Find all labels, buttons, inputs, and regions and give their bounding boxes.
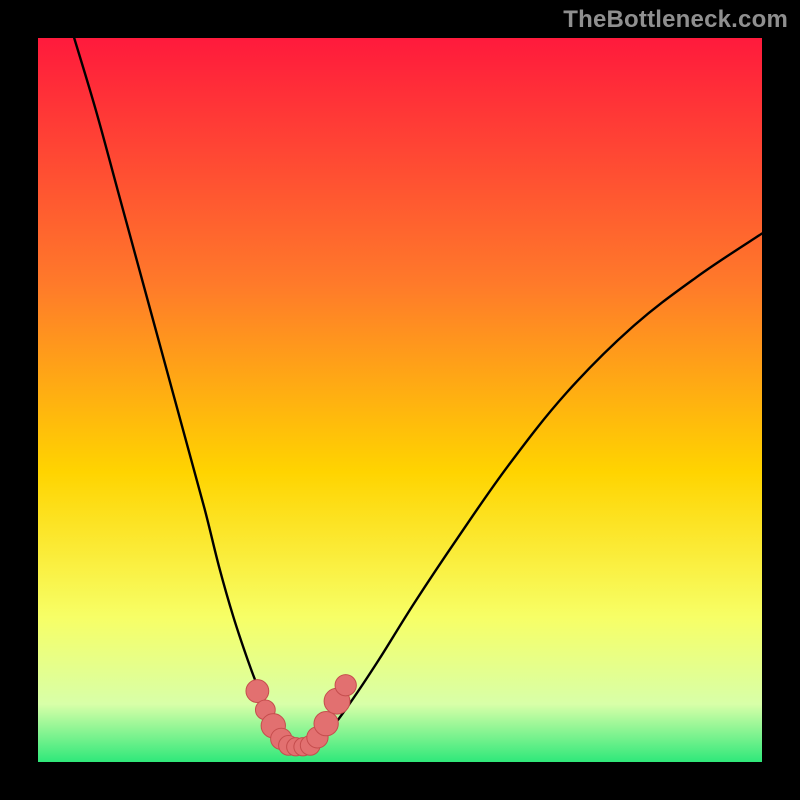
gradient-background (38, 38, 762, 762)
data-marker (314, 711, 338, 735)
watermark-text: TheBottleneck.com (563, 6, 788, 34)
chart-plot-area (38, 38, 762, 762)
chart-frame: TheBottleneck.com (0, 0, 800, 800)
chart-svg (38, 38, 762, 762)
data-marker (246, 680, 269, 703)
data-marker (335, 675, 356, 696)
